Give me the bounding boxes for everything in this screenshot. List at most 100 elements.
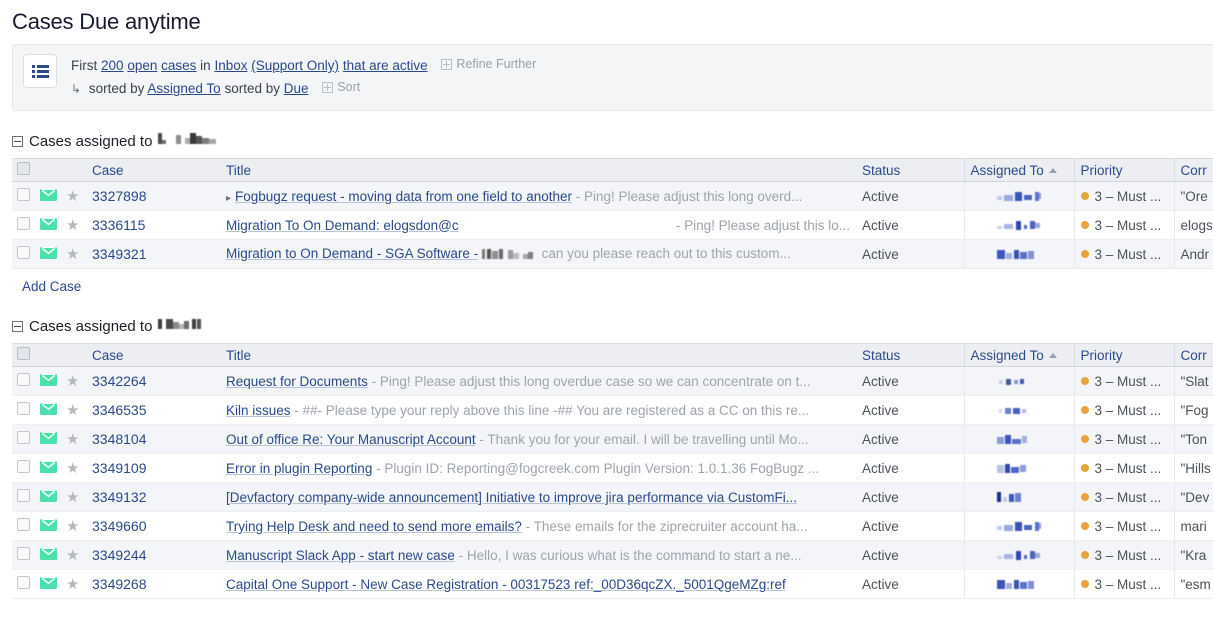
envelope-icon[interactable]	[40, 246, 57, 259]
row-case-number-cell[interactable]: 3349660	[86, 511, 220, 541]
table-row[interactable]: ★ 3349268 Capital One Support - New Case R…	[12, 569, 1213, 599]
query-inbox-link[interactable]: Inbox	[214, 58, 247, 73]
collapse-icon[interactable]	[12, 321, 23, 332]
row-checkbox[interactable]	[17, 373, 30, 386]
star-icon[interactable]: ★	[66, 432, 79, 447]
sort-button[interactable]: Sort	[322, 77, 360, 98]
column-header-case[interactable]: Case	[86, 158, 220, 182]
case-title-link[interactable]: Request for Documents	[226, 374, 368, 389]
star-icon[interactable]: ★	[66, 374, 79, 389]
case-number-link[interactable]: 3349321	[92, 246, 147, 262]
envelope-icon[interactable]	[40, 217, 57, 230]
row-checkbox[interactable]	[17, 246, 30, 259]
column-header-correspondent[interactable]: Corr	[1173, 343, 1213, 367]
row-case-number-cell[interactable]: 3349109	[86, 453, 220, 483]
table-row[interactable]: ★ 3349660 Trying Help Desk and need to sen…	[12, 511, 1213, 541]
row-case-number-cell[interactable]: 3349268	[86, 569, 220, 599]
column-header-case[interactable]: Case	[86, 343, 220, 367]
row-select-cell[interactable]	[12, 511, 34, 541]
row-email-cell[interactable]	[34, 395, 60, 425]
row-select-cell[interactable]	[12, 569, 34, 599]
row-select-cell[interactable]	[12, 395, 34, 425]
star-icon[interactable]: ★	[66, 519, 79, 534]
column-header-priority[interactable]: Priority	[1074, 343, 1174, 367]
table-row[interactable]: ★ 3348104 Out of office Re: Your Manuscrip…	[12, 424, 1213, 454]
row-case-number-cell[interactable]: 3349321	[86, 239, 220, 269]
column-header-status[interactable]: Status	[856, 343, 964, 367]
row-title-cell[interactable]: Migration to On Demand - SGA Software - …	[220, 239, 856, 269]
row-star-cell[interactable]: ★	[60, 511, 86, 541]
envelope-icon[interactable]	[40, 518, 57, 531]
row-title-cell[interactable]: Error in plugin Reporting - Plugin ID: R…	[220, 453, 856, 483]
row-star-cell[interactable]: ★	[60, 181, 86, 211]
row-star-cell[interactable]: ★	[60, 569, 86, 599]
row-case-number-cell[interactable]: 3346535	[86, 395, 220, 425]
query-active-link[interactable]: that are active	[343, 58, 428, 73]
case-title-link[interactable]: Migration To On Demand: elogsdon@c	[226, 218, 459, 233]
envelope-icon[interactable]	[40, 547, 57, 560]
case-number-link[interactable]: 3346535	[92, 402, 147, 418]
row-select-cell[interactable]	[12, 453, 34, 483]
row-checkbox[interactable]	[17, 431, 30, 444]
envelope-icon[interactable]	[40, 402, 57, 415]
row-email-cell[interactable]	[34, 511, 60, 541]
row-checkbox[interactable]	[17, 489, 30, 502]
row-title-cell[interactable]: Manuscript Slack App - start new case - …	[220, 540, 856, 570]
add-case-link[interactable]: Add Case	[22, 279, 81, 294]
row-checkbox[interactable]	[17, 217, 30, 230]
row-case-number-cell[interactable]: 3342264	[86, 366, 220, 396]
case-title-link[interactable]: Error in plugin Reporting	[226, 461, 372, 476]
row-email-cell[interactable]	[34, 482, 60, 512]
case-title-link[interactable]: Capital One Support - New Case Registrat…	[226, 577, 786, 592]
row-select-cell[interactable]	[12, 424, 34, 454]
group-header-2[interactable]: Cases assigned to	[12, 316, 1213, 337]
select-all-checkbox[interactable]	[17, 162, 30, 175]
row-select-cell[interactable]	[12, 482, 34, 512]
table-row[interactable]: ★ 3349132 [Devfactory company-wide announc…	[12, 482, 1213, 512]
envelope-icon[interactable]	[40, 188, 57, 201]
list-filter-icon[interactable]	[23, 54, 57, 88]
table-row[interactable]: ★ 3346535 Kiln issues - ##- Please type yo…	[12, 395, 1213, 425]
case-number-link[interactable]: 3349660	[92, 518, 147, 534]
row-email-cell[interactable]	[34, 569, 60, 599]
envelope-icon[interactable]	[40, 373, 57, 386]
case-title-link[interactable]: Out of office Re: Your Manuscript Accoun…	[226, 432, 476, 447]
row-email-cell[interactable]	[34, 453, 60, 483]
row-case-number-cell[interactable]: 3336115	[86, 210, 220, 240]
row-star-cell[interactable]: ★	[60, 424, 86, 454]
row-title-cell[interactable]: Migration To On Demand: elogsdon@c - Ping…	[220, 210, 856, 240]
row-email-cell[interactable]	[34, 366, 60, 396]
row-star-cell[interactable]: ★	[60, 239, 86, 269]
envelope-icon[interactable]	[40, 576, 57, 589]
column-header-select-all[interactable]	[12, 343, 34, 367]
refine-further-button[interactable]: Refine Further	[441, 54, 536, 75]
select-all-checkbox[interactable]	[17, 347, 30, 360]
expand-icon[interactable]: ▸	[226, 193, 231, 204]
row-star-cell[interactable]: ★	[60, 453, 86, 483]
column-header-assigned-to[interactable]: Assigned To	[963, 343, 1075, 367]
row-email-cell[interactable]	[34, 210, 60, 240]
row-case-number-cell[interactable]: 3349132	[86, 482, 220, 512]
table-row[interactable]: ★ 3336115 Migration To On Demand: elogsdon…	[12, 210, 1213, 240]
query-cases-link[interactable]: cases	[161, 58, 196, 73]
column-header-priority[interactable]: Priority	[1074, 158, 1174, 182]
row-email-cell[interactable]	[34, 181, 60, 211]
case-number-link[interactable]: 3342264	[92, 373, 147, 389]
row-star-cell[interactable]: ★	[60, 540, 86, 570]
column-header-select-all[interactable]	[12, 158, 34, 182]
row-case-number-cell[interactable]: 3327898	[86, 181, 220, 211]
table-row[interactable]: ★ 3342264 Request for Documents - Ping! Pl…	[12, 366, 1213, 396]
column-header-correspondent[interactable]: Corr	[1173, 158, 1213, 182]
table-row[interactable]: ★ 3349321 Migration to On Demand - SGA Sof…	[12, 239, 1213, 269]
star-icon[interactable]: ★	[66, 218, 79, 233]
sort-field-assigned-to[interactable]: Assigned To	[147, 81, 220, 96]
group-header-1[interactable]: Cases assigned to	[12, 131, 1213, 152]
row-title-cell[interactable]: [Devfactory company-wide announcement] I…	[220, 482, 856, 512]
row-star-cell[interactable]: ★	[60, 210, 86, 240]
row-checkbox[interactable]	[17, 547, 30, 560]
star-icon[interactable]: ★	[66, 548, 79, 563]
row-email-cell[interactable]	[34, 239, 60, 269]
row-title-cell[interactable]: Trying Help Desk and need to send more e…	[220, 511, 856, 541]
envelope-icon[interactable]	[40, 460, 57, 473]
row-title-cell[interactable]: ▸ Fogbugz request - moving data from one …	[220, 181, 856, 211]
